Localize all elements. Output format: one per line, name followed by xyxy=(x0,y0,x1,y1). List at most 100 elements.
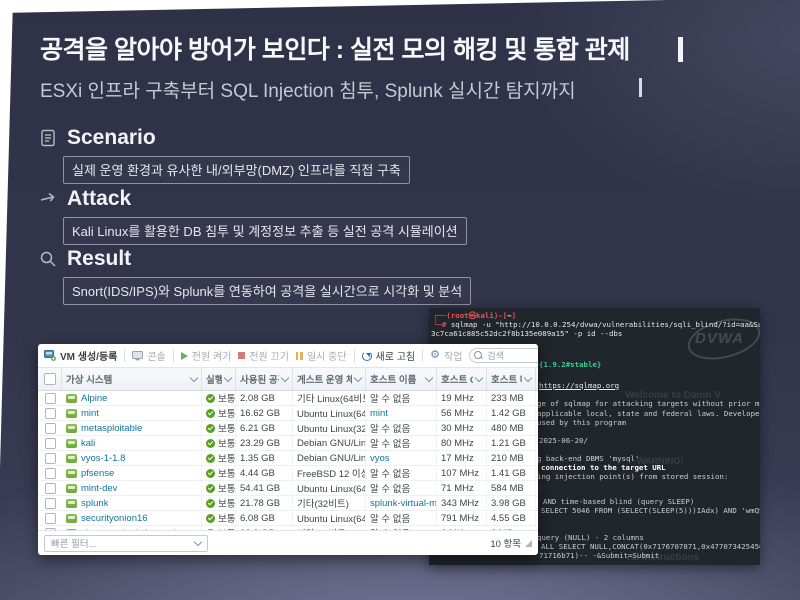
row-checkbox[interactable] xyxy=(45,483,56,494)
host-name-link[interactable]: vyos xyxy=(370,453,390,464)
row-checkbox[interactable] xyxy=(45,408,56,419)
row-checkbox[interactable] xyxy=(45,468,56,479)
dvwa-watermark: DVWA xyxy=(687,320,760,358)
row-checkbox[interactable] xyxy=(45,513,56,524)
vm-icon xyxy=(66,514,77,523)
chevron-down-icon[interactable] xyxy=(475,373,483,381)
host-mem-cell: 3.98 GB xyxy=(487,496,536,510)
esxi-vm-window-screenshot: VM 생성/등록 콘솔 전원 켜기 전원 끄기 일시 중단 xyxy=(38,344,538,555)
vm-name-cell: securityonion16 xyxy=(62,511,202,525)
row-checkbox[interactable] xyxy=(45,438,56,449)
chevron-down-icon[interactable] xyxy=(354,373,362,381)
vm-name-link[interactable]: mint xyxy=(81,408,99,419)
gear-icon: ⚙ xyxy=(430,350,440,361)
column-header[interactable]: 호스트 이름 xyxy=(366,368,437,390)
vm-name-link[interactable]: securityonion16 xyxy=(81,513,148,524)
console-button[interactable]: 콘솔 xyxy=(132,348,165,363)
row-checkbox[interactable] xyxy=(45,393,56,404)
table-row[interactable]: mint보통16.62 GBUbuntu Linux(64비...mint56 … xyxy=(38,406,538,421)
row-checkbox[interactable] xyxy=(45,453,56,464)
document-icon xyxy=(38,128,58,148)
host-cpu-cell: 107 MHz xyxy=(437,466,487,480)
terminal-output-line: https://sqlmap.org xyxy=(539,381,619,390)
vm-name-link[interactable]: pfsense xyxy=(81,468,114,479)
host-mem-cell: 4.55 GB xyxy=(487,511,536,525)
used-space-cell: 1.35 GB xyxy=(236,451,293,465)
actions-button[interactable]: ⚙ 작업 xyxy=(430,348,462,363)
used-space-cell: 16.62 GB xyxy=(236,406,293,420)
host-mem-cell: 1.21 GB xyxy=(487,436,536,450)
column-header[interactable]: 가상 시스템 xyxy=(62,368,202,390)
section-description: 실제 운영 환경과 유사한 내/외부망(DMZ) 인프라를 직접 구축 xyxy=(63,156,410,184)
used-space-cell: 6.21 GB xyxy=(236,421,293,435)
terminal-command-wrap-line: 3c7ca61c885c52dc2f8b135e089a15" -p id --… xyxy=(431,329,622,338)
vm-name-link[interactable]: vyos-1-1.8 xyxy=(81,453,125,464)
vm-status-cell: 보통 xyxy=(202,511,236,525)
table-row[interactable]: splunk보통21.78 GB기타(32비트)splunk-virtual-m… xyxy=(38,496,538,511)
vm-status-cell: 보통 xyxy=(202,496,236,510)
host-mem-cell: 1.41 GB xyxy=(487,466,536,480)
used-space-cell: 6.08 GB xyxy=(236,511,293,525)
column-header[interactable]: 게스트 운영 체제 xyxy=(293,368,366,390)
power-on-icon xyxy=(181,352,188,360)
table-row[interactable]: securityonion16보통6.08 GBUbuntu Linux(64비… xyxy=(38,511,538,526)
vm-name-cell: vyos-1-1.8 xyxy=(62,451,202,465)
terminal-output-line: ing injection point(s) from stored sessi… xyxy=(537,472,728,481)
host-name-link[interactable]: mint xyxy=(370,408,388,419)
chevron-down-icon[interactable] xyxy=(425,373,433,381)
create-vm-button[interactable]: VM 생성/등록 xyxy=(44,348,117,363)
table-row[interactable]: vyos-1-1.8보통1.35 GBDebian GNU/Linux...vy… xyxy=(38,451,538,466)
vm-name-cell: kali xyxy=(62,436,202,450)
column-header[interactable]: 실행... xyxy=(202,368,236,390)
used-space-cell: 23.29 GB xyxy=(236,436,293,450)
vm-status-cell: 보통 xyxy=(202,481,236,495)
table-row[interactable]: mint-dev보통54.41 GBUbuntu Linux(64비...알 수… xyxy=(38,481,538,496)
toolbar-separator xyxy=(124,349,125,362)
column-header[interactable]: 호스트 메... xyxy=(487,368,536,390)
vm-name-link[interactable]: Alpine xyxy=(81,393,107,404)
vm-icon xyxy=(66,394,77,403)
guest-os-cell: Ubuntu Linux(64비... xyxy=(293,406,366,420)
vm-name-link[interactable]: mint-dev xyxy=(81,483,117,494)
refresh-button[interactable]: 새로 고침 xyxy=(362,348,416,363)
chevron-down-icon[interactable] xyxy=(190,373,198,381)
chevron-down-icon[interactable] xyxy=(524,373,532,381)
column-header[interactable]: 사용된 공간 xyxy=(236,368,293,390)
host-name-cell: splunk-virtual-mac... xyxy=(366,496,437,510)
status-ok-icon xyxy=(206,439,215,448)
quick-filter-dropdown[interactable]: 빠른 필터... xyxy=(44,535,208,552)
toolbar-separator xyxy=(354,349,355,362)
vm-table-body: Alpine보통2.08 GB기타 Linux(64비트)알 수 없음19 MH… xyxy=(38,391,538,530)
resize-gripper-icon[interactable] xyxy=(525,540,532,547)
table-row[interactable]: pfsense보통4.44 GBFreeBSD 12 이상 ...알 수 없음1… xyxy=(38,466,538,481)
host-name-cell: 알 수 없음 xyxy=(366,511,437,525)
power-on-button[interactable]: 전원 켜기 xyxy=(181,348,232,363)
power-off-button[interactable]: 전원 끄기 xyxy=(238,348,289,363)
column-header[interactable]: 호스트 C... xyxy=(437,368,487,390)
section-result: Result Snort(IDS/IPS)와 Splunk를 연동하여 공격을 … xyxy=(38,247,471,305)
suspend-button[interactable]: 일시 중단 xyxy=(296,348,347,363)
table-row[interactable]: kali보통23.29 GBDebian GNU/Linux...알 수 없음8… xyxy=(38,436,538,451)
vm-name-link[interactable]: metasploitable xyxy=(81,423,142,434)
vm-table-footer: 빠른 필터... 10 항목 xyxy=(38,530,538,555)
power-off-icon xyxy=(238,352,245,359)
terminal-output-line: 2025-06-20/ xyxy=(539,436,588,445)
table-row[interactable]: metasploitable보통6.21 GBUbuntu Linux(32비.… xyxy=(38,421,538,436)
host-name-cell: mint xyxy=(366,406,437,420)
chevron-down-icon[interactable] xyxy=(224,373,232,381)
host-name-cell: 알 수 없음 xyxy=(366,466,437,480)
terminal-output-line: SELECT 5046 FROM (SELECT(SLEEP(5)))IAdx)… xyxy=(541,506,760,515)
row-checkbox[interactable] xyxy=(45,498,56,509)
host-name-link[interactable]: splunk-virtual-mac... xyxy=(370,498,437,509)
status-ok-icon xyxy=(206,499,215,508)
vm-name-link[interactable]: kali xyxy=(81,438,95,449)
vm-name-link[interactable]: splunk xyxy=(81,498,108,509)
used-space-cell: 2.08 GB xyxy=(236,391,293,405)
row-checkbox[interactable] xyxy=(45,423,56,434)
terminal-output-line: ALL SELECT NULL,CONCAT(0x7176707871,0x47… xyxy=(541,542,760,551)
table-row[interactable]: Alpine보통2.08 GB기타 Linux(64비트)알 수 없음19 MH… xyxy=(38,391,538,406)
vm-name-cell: pfsense xyxy=(62,466,202,480)
chevron-down-icon[interactable] xyxy=(281,373,289,381)
create-vm-icon xyxy=(44,350,56,361)
select-all-checkbox[interactable] xyxy=(44,373,56,385)
